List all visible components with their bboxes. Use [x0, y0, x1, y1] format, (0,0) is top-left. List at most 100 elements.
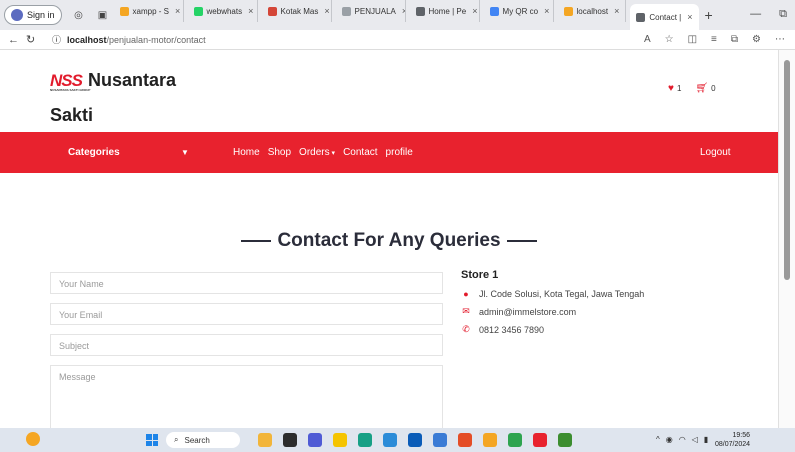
store-email: ✉ admin@immelstore.com	[461, 306, 644, 317]
clock-time: 19:56	[732, 432, 751, 439]
phone-text: 0812 3456 7890	[479, 324, 545, 335]
taskbar-search[interactable]: ⌕ Search	[166, 432, 240, 448]
tab-label: My QR co	[502, 6, 539, 16]
url-path: /penjualan-motor/contact	[106, 34, 206, 45]
wifi-icon[interactable]: ◠	[679, 435, 686, 444]
back-icon[interactable]: ←	[8, 34, 26, 46]
sign-in-button[interactable]: Sign in	[4, 5, 62, 25]
browser-tab[interactable]: Kotak Mas ×	[262, 0, 332, 22]
app-icon[interactable]	[333, 433, 347, 447]
close-icon[interactable]: ×	[544, 6, 549, 16]
browser-tab[interactable]: xampp - S ×	[114, 0, 184, 22]
app-icon[interactable]	[433, 433, 447, 447]
system-tray: ^ ◉ ◠ ◁ ▮	[656, 435, 708, 444]
close-icon[interactable]: ×	[324, 6, 329, 16]
close-icon[interactable]: ×	[614, 6, 619, 16]
app-icon[interactable]	[533, 433, 547, 447]
wishlist-button[interactable]: ♥ 1	[668, 83, 681, 94]
refresh-icon[interactable]: ↻	[26, 33, 44, 46]
collections-icon[interactable]: ⧉	[731, 34, 738, 45]
store-phone: ✆ 0812 3456 7890	[461, 324, 644, 335]
browser-tab[interactable]: Home | Pe ×	[410, 0, 480, 22]
page-title: Contact For Any Queries	[0, 230, 778, 252]
email-text: admin@immelstore.com	[479, 306, 577, 317]
nav-orders[interactable]: Orders ▾	[299, 147, 335, 158]
minimize-icon[interactable]: —	[750, 8, 761, 21]
weather-icon[interactable]	[26, 432, 40, 446]
browser-tab[interactable]: Contact | ×	[630, 4, 699, 30]
tab-favicon-icon	[415, 6, 425, 16]
app-icon[interactable]	[483, 433, 497, 447]
window-controls: — ⧉	[750, 8, 787, 21]
app-icon[interactable]	[358, 433, 372, 447]
cart-count: 0	[711, 84, 716, 93]
heart-icon: ♥	[668, 83, 674, 94]
store-info: Store 1 ● Jl. Code Solusi, Kota Tegal, J…	[461, 269, 644, 342]
name-field[interactable]: Your Name	[50, 272, 443, 294]
browser-tab-bar: Sign in ◎ ▣ xampp - S × webwhats × Kotak Mas…	[0, 0, 795, 30]
app-icon[interactable]	[408, 433, 422, 447]
network-icon[interactable]: ◉	[666, 435, 673, 444]
scrollbar-thumb[interactable]	[784, 60, 790, 280]
favorite-star-icon[interactable]: ☆	[665, 34, 674, 45]
app-icon[interactable]	[383, 433, 397, 447]
taskbar-apps	[258, 433, 572, 447]
chevron-down-icon[interactable]: ▼	[181, 148, 189, 157]
nav-profile[interactable]: profile	[386, 147, 413, 158]
tab-favicon-icon	[119, 6, 129, 16]
logout-button[interactable]: Logout	[700, 147, 731, 158]
categories-dropdown[interactable]: Categories	[68, 147, 120, 158]
app-icon[interactable]	[558, 433, 572, 447]
close-icon[interactable]: ×	[402, 6, 405, 16]
close-icon[interactable]: ×	[248, 6, 253, 16]
extensions-icon[interactable]: ⚙	[752, 34, 761, 45]
url-field[interactable]: ⓘ localhost/penjualan-motor/contact	[52, 33, 206, 46]
logo: NSS NUSANTARA SAKTI GROUP Nusantara	[50, 70, 176, 92]
app-icon[interactable]	[283, 433, 297, 447]
workspaces-icon[interactable]: ◎	[72, 8, 86, 22]
main-navbar: Categories ▼ Home Shop Orders ▾ Contact …	[0, 132, 778, 173]
browser-tab[interactable]: webwhats ×	[188, 0, 258, 22]
browser-tab[interactable]: localhost ×	[558, 0, 627, 22]
contact-form: Your Name Your Email Subject Message	[50, 272, 443, 428]
start-icon[interactable]	[146, 434, 158, 446]
browser-tab[interactable]: My QR co ×	[484, 0, 554, 22]
nav-contact[interactable]: Contact	[343, 147, 377, 158]
taskbar-clock[interactable]: 19:56 08/07/2024	[715, 431, 750, 449]
tab-label: Kotak Mas	[280, 6, 319, 16]
browser-tab[interactable]: PENJUALA ×	[336, 0, 406, 22]
address-bar: ← ↻ ⓘ localhost/penjualan-motor/contact …	[0, 30, 795, 50]
nav-home[interactable]: Home	[233, 147, 260, 158]
favorites-icon[interactable]: ≡	[711, 34, 717, 45]
brand-name-line2: Sakti	[50, 105, 94, 125]
email-field[interactable]: Your Email	[50, 303, 443, 325]
message-field[interactable]: Message	[50, 365, 443, 428]
url-host: localhost	[67, 34, 107, 45]
tray-arrow-icon[interactable]: ^	[656, 435, 660, 444]
close-icon[interactable]: ×	[687, 12, 692, 22]
tab-label: Home | Pe	[428, 6, 467, 16]
search-icon: ⌕	[174, 435, 179, 444]
more-icon[interactable]: ⋯	[775, 34, 785, 45]
cart-icon: 🛒︎	[695, 83, 709, 94]
read-aloud-icon[interactable]: A	[644, 34, 651, 45]
app-icon[interactable]	[458, 433, 472, 447]
app-icon[interactable]	[308, 433, 322, 447]
split-screen-icon[interactable]: ◫	[688, 34, 697, 45]
nav-shop[interactable]: Shop	[268, 147, 291, 158]
app-icon[interactable]	[508, 433, 522, 447]
cart-button[interactable]: 🛒︎ 0	[695, 83, 715, 94]
app-icon[interactable]	[258, 433, 272, 447]
new-tab-button[interactable]: +	[705, 7, 713, 23]
tab-actions-icon[interactable]: ▣	[96, 8, 110, 22]
battery-icon[interactable]: ▮	[704, 435, 708, 444]
subject-field[interactable]: Subject	[50, 334, 443, 356]
heading-dash-right	[506, 239, 537, 242]
restore-icon[interactable]: ⧉	[779, 8, 787, 21]
close-icon[interactable]: ×	[472, 6, 477, 16]
volume-icon[interactable]: ◁	[692, 435, 698, 444]
tab-favicon-icon	[636, 12, 646, 22]
close-icon[interactable]: ×	[175, 6, 180, 16]
site-brand[interactable]: NSS NUSANTARA SAKTI GROUP Nusantara Sakti	[50, 70, 176, 126]
page-scrollbar[interactable]	[778, 50, 795, 428]
